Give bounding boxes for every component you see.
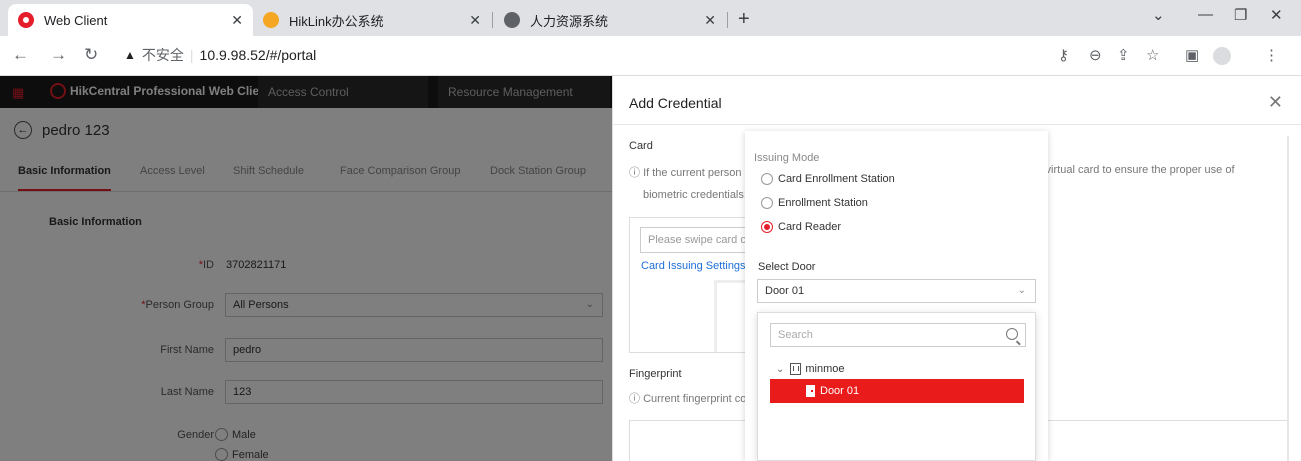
drawer-title: Add Credential [629, 95, 722, 111]
divider [613, 124, 1301, 125]
search-icon[interactable] [1006, 328, 1018, 340]
tab-search-icon[interactable]: ⌄ [1152, 6, 1165, 24]
door-select[interactable]: Door 01 ⌄ [757, 279, 1036, 303]
close-tab-icon[interactable]: ✕ [231, 12, 243, 29]
card-note: ⓘ If the current person [629, 164, 742, 180]
radio-icon [761, 197, 773, 209]
tree-node-label: minmoe [805, 363, 845, 375]
chevron-down-icon: ⌄ [1017, 285, 1026, 296]
url-text: 10.9.98.52/#/portal [199, 47, 317, 63]
more-menu-icon[interactable]: ⋮ [1264, 46, 1279, 64]
tab-title: Web Client [44, 12, 108, 28]
close-icon[interactable]: ✕ [1268, 92, 1283, 113]
back-icon[interactable]: ← [12, 45, 29, 65]
fingerprint-note: ⓘ Current fingerprint colle [629, 390, 757, 406]
browser-tab-hiklink[interactable]: HikLink办公系统 ✕ [253, 4, 491, 36]
browser-tab-bar: Web Client ✕ HikLink办公系统 ✕ 人力资源系统 ✕ + ⌄ … [0, 0, 1301, 36]
tree-node-site[interactable]: ⌄ minmoe [776, 363, 845, 375]
door-search-input[interactable]: Search [770, 323, 1026, 347]
modal-overlay[interactable] [0, 76, 612, 461]
hiklink-icon [263, 12, 279, 28]
tab-separator [492, 12, 493, 28]
bookmark-star-icon[interactable]: ☆ [1146, 46, 1159, 64]
tab-title: HikLink办公系统 [289, 13, 384, 29]
select-door-label: Select Door [758, 261, 816, 273]
tab-title: 人力资源系统 [530, 13, 609, 29]
tree-item-door[interactable]: Door 01 [770, 379, 1024, 403]
building-icon [790, 363, 802, 375]
zoom-icon[interactable]: ⊖ [1089, 46, 1102, 64]
card-note-end: it virtual card to ensure the proper use… [1037, 164, 1235, 176]
info-icon: ⓘ [629, 393, 640, 405]
card-issuing-settings-link[interactable]: Card Issuing Settings [641, 260, 746, 272]
fingerprint-note-text: Current fingerprint colle [643, 393, 758, 405]
warning-icon: ▲ [124, 48, 136, 62]
radio-selected-icon [761, 221, 773, 233]
minimize-icon[interactable]: — [1198, 6, 1213, 23]
url-field[interactable]: ▲ 不安全 | 10.9.98.52/#/portal [124, 45, 316, 65]
mode-enrollment-station-radio[interactable]: Enrollment Station [761, 197, 868, 209]
globe-icon [504, 12, 520, 28]
issuing-mode-label: Issuing Mode [754, 152, 820, 164]
mode-label: Card Enrollment Station [778, 173, 895, 185]
card-note-cont: biometric credentials. [643, 189, 747, 201]
tab-separator [727, 12, 728, 28]
browser-tab-web-client[interactable]: Web Client ✕ [8, 4, 253, 36]
profile-avatar-icon[interactable] [1213, 47, 1231, 65]
door-item-label: Door 01 [820, 385, 860, 397]
mode-label: Card Reader [778, 221, 841, 233]
hik-icon [18, 12, 34, 28]
search-placeholder: Search [778, 329, 813, 341]
close-tab-icon[interactable]: ✕ [704, 12, 716, 29]
mode-card-enrollment-station-radio[interactable]: Card Enrollment Station [761, 173, 895, 185]
chevron-down-icon[interactable]: ⌄ [776, 364, 784, 375]
close-window-icon[interactable]: ✕ [1270, 6, 1283, 24]
share-icon[interactable]: ⇪ [1117, 46, 1130, 64]
door-icon [806, 385, 815, 397]
security-label: 不安全 [141, 47, 184, 63]
address-bar: ← → ↻ ▲ 不安全 | 10.9.98.52/#/portal ⚷ ⊖ ⇪ … [0, 36, 1301, 76]
door-dropdown: Search ⌄ minmoe Door 01 [757, 312, 1036, 461]
radio-icon [761, 173, 773, 185]
divider: | [189, 47, 194, 63]
fingerprint-label: Fingerprint [629, 368, 682, 380]
info-icon: ⓘ [629, 167, 640, 179]
new-tab-button[interactable]: + [738, 8, 750, 31]
restore-icon[interactable]: ❐ [1234, 6, 1247, 24]
drawer-scrollbar[interactable] [1287, 136, 1289, 461]
forward-icon[interactable]: → [50, 45, 67, 65]
door-select-value: Door 01 [765, 285, 805, 297]
card-label: Card [629, 140, 653, 152]
key-icon[interactable]: ⚷ [1058, 46, 1069, 64]
card-note-start: If the current person [643, 167, 742, 179]
side-panel-icon[interactable]: ▣ [1185, 46, 1199, 64]
mode-card-reader-radio[interactable]: Card Reader [761, 221, 841, 233]
close-tab-icon[interactable]: ✕ [469, 12, 481, 29]
browser-tab-hr-system[interactable]: 人力资源系统 ✕ [494, 4, 726, 36]
reload-icon[interactable]: ↻ [84, 45, 98, 65]
mode-label: Enrollment Station [778, 197, 868, 209]
